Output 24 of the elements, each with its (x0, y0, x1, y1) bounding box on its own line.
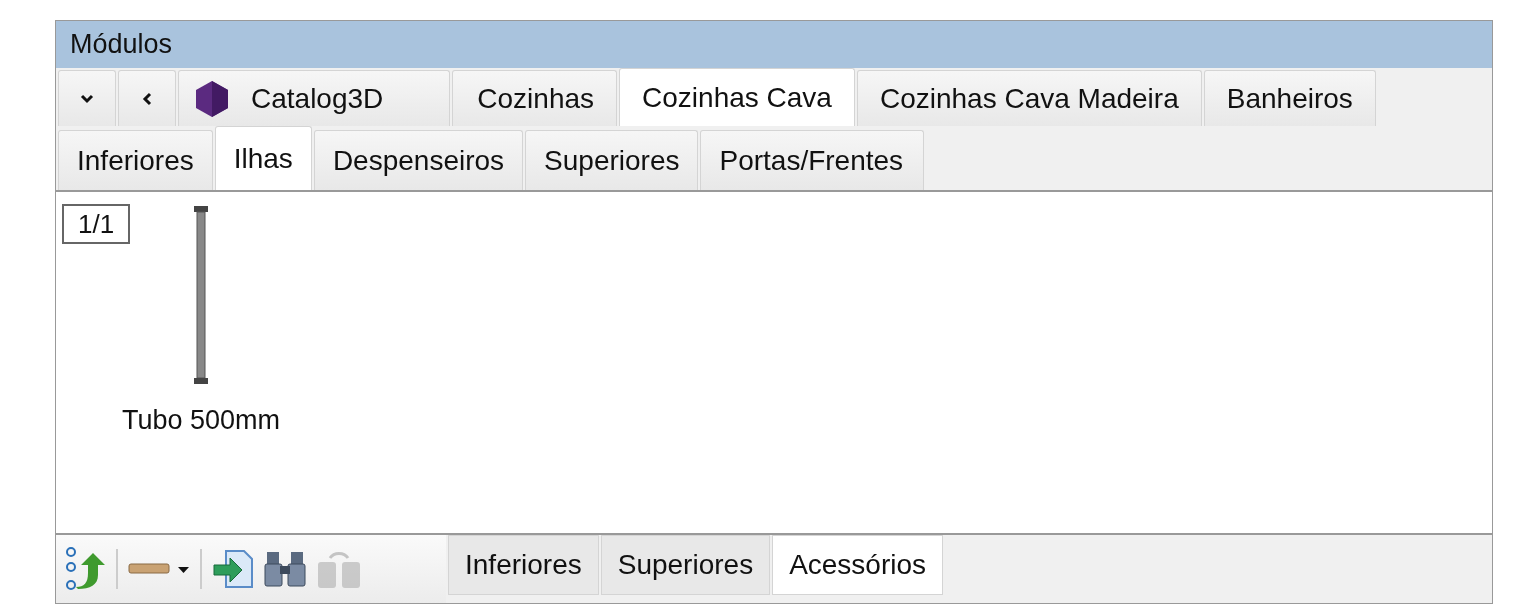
tab[interactable]: Cozinhas Cava Madeira (856, 70, 1202, 126)
tab[interactable]: Banheiros (1203, 70, 1376, 126)
tree-icon[interactable] (66, 547, 106, 591)
tab[interactable]: Inferiores (58, 130, 213, 190)
material-dropdown[interactable] (128, 561, 190, 577)
item-label: Tubo 500mm (122, 404, 281, 437)
tab[interactable]: Catalog3D (178, 70, 451, 126)
page-indicator: 1/1 (62, 204, 131, 244)
tab[interactable]: Cozinhas (452, 70, 618, 126)
tab[interactable]: Portas/Frentes (700, 130, 925, 190)
tube-icon (194, 206, 209, 384)
cube-icon (195, 79, 229, 118)
tab[interactable]: Superiores (525, 130, 699, 190)
tab[interactable]: Superiores (600, 535, 771, 595)
tab[interactable]: Despenseiros (313, 130, 524, 190)
tab[interactable]: Cozinhas Cava (619, 68, 855, 126)
chevron-left-icon (142, 91, 152, 106)
window-title: Módulos (56, 21, 1492, 68)
tab[interactable]: Inferiores (448, 535, 599, 595)
binoculars-icon[interactable] (264, 550, 306, 588)
chevron-down-icon (80, 93, 94, 104)
document-arrow-icon[interactable] (212, 549, 254, 589)
tab[interactable]: Ilhas (214, 126, 312, 190)
tab[interactable]: Acessórios (772, 535, 944, 595)
